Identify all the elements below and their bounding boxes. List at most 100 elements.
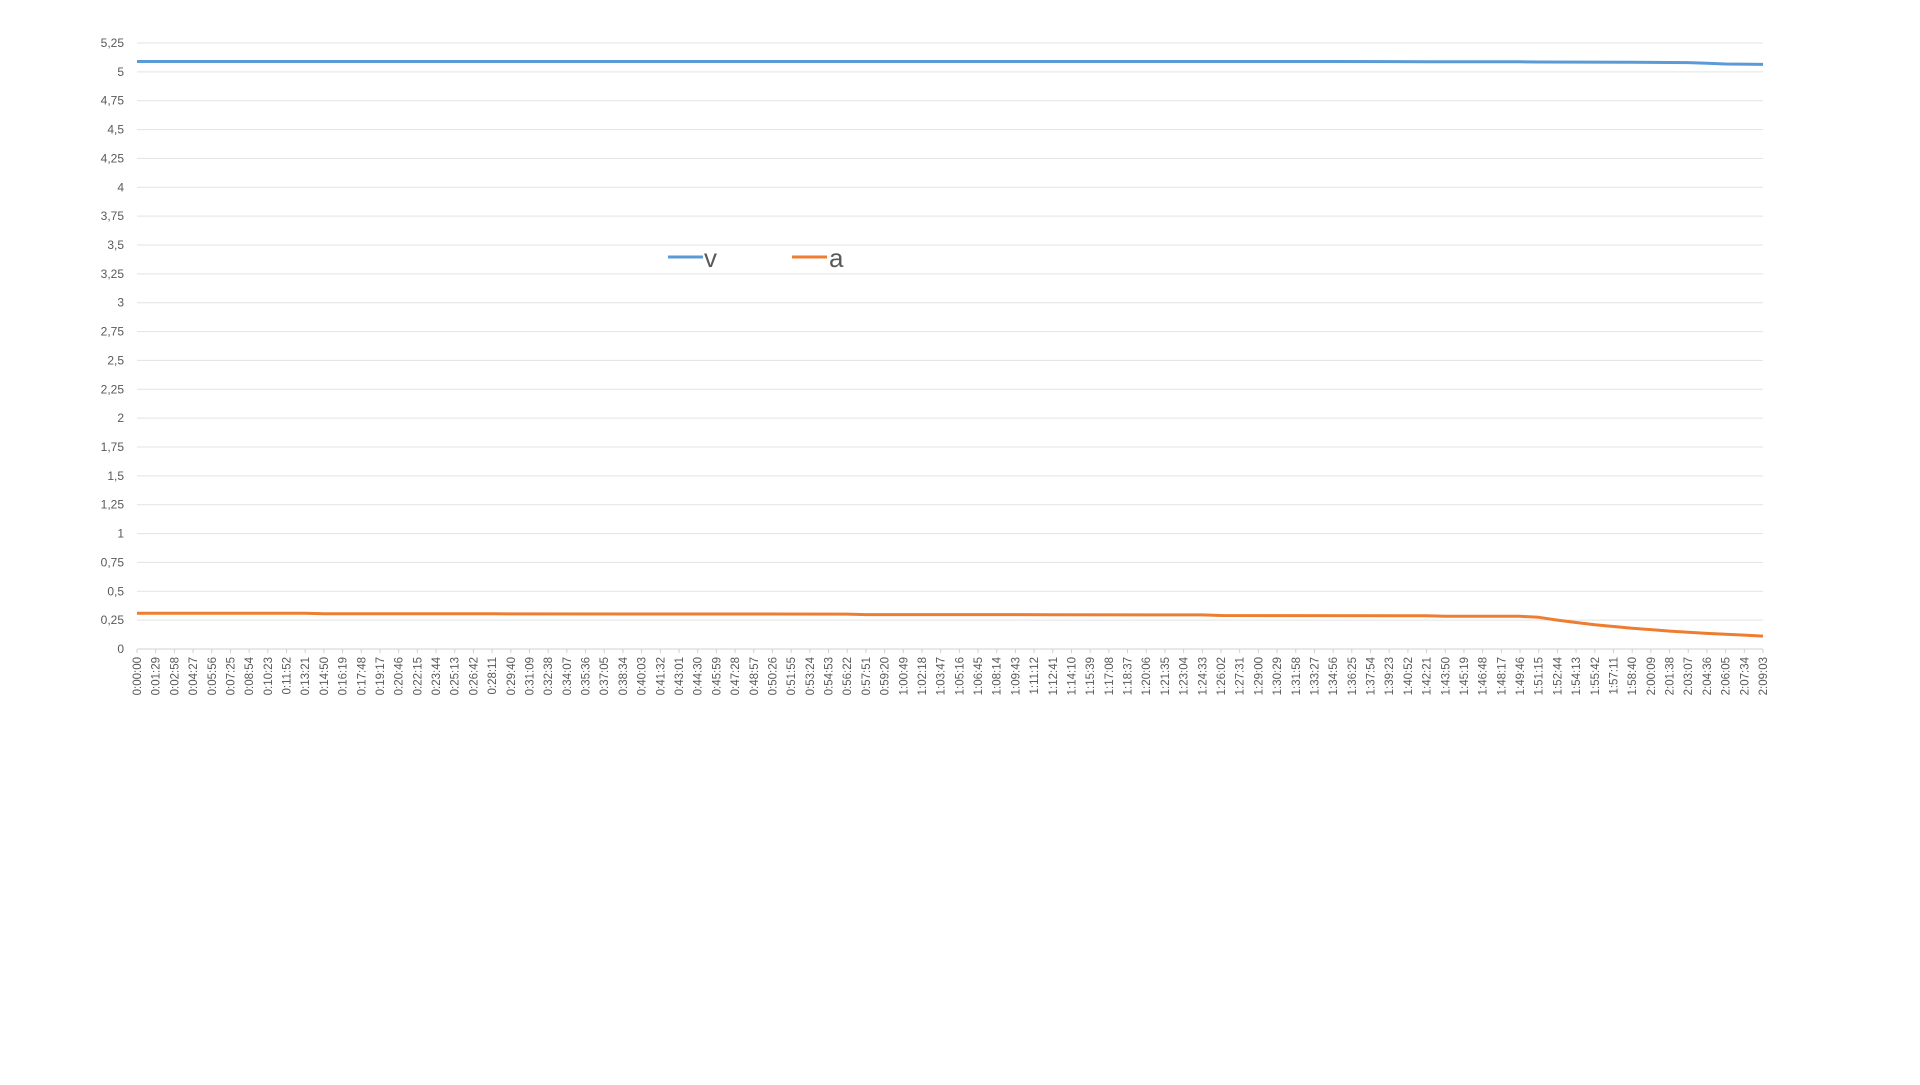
x-tick-label: 1:52:44 bbox=[1552, 656, 1564, 695]
chart-container: 0 0,25 0,5 0,75 1 1,25 1,5 1,75 2 2,25 2,5 2,75 3 3,2… bbox=[0, 0, 1920, 1080]
x-tick-label: 0:32:38 bbox=[543, 657, 555, 695]
x-tick-label: 1:33:27 bbox=[1309, 657, 1321, 695]
y-tick-label: 0,5 bbox=[107, 584, 124, 598]
y-tick-label: 0,75 bbox=[101, 555, 125, 569]
x-tick-label: 0:13:21 bbox=[300, 657, 312, 695]
x-tick-label: 2:06:05 bbox=[1721, 657, 1733, 695]
x-tick-label: 1:27:31 bbox=[1235, 657, 1247, 695]
x-tick-label: 0:08:54 bbox=[244, 656, 256, 695]
y-tick-label: 2,75 bbox=[101, 325, 125, 339]
x-tick-label: 2:04:36 bbox=[1702, 657, 1714, 695]
x-tick-label: 1:39:23 bbox=[1384, 657, 1396, 695]
x-tick-label: 1:02:18 bbox=[917, 657, 929, 695]
x-tick-label: 1:09:43 bbox=[1010, 657, 1022, 695]
x-tick-label: 0:16:19 bbox=[338, 657, 350, 695]
y-tick-label: 4 bbox=[117, 180, 124, 194]
x-tick-label: 1:40:52 bbox=[1403, 657, 1415, 695]
legend-label-v: v bbox=[704, 243, 717, 273]
x-tick-label: 0:44:30 bbox=[693, 657, 705, 695]
x-axis-tick-labels: 0:00:00 0:01:29 0:02:58 0:04:27 0:05:56 0:07:… bbox=[132, 649, 1770, 695]
x-tick-label: 0:25:13 bbox=[450, 657, 462, 695]
x-tick-label: 0:10:23 bbox=[263, 657, 275, 695]
x-tick-label: 1:18:37 bbox=[1123, 657, 1135, 695]
x-tick-label: 1:17:08 bbox=[1104, 657, 1116, 695]
x-tick-label: 0:31:09 bbox=[524, 657, 536, 695]
y-tick-label: 2 bbox=[117, 411, 124, 425]
x-tick-label: 0:43:01 bbox=[674, 657, 686, 695]
x-tick-label: 1:26:02 bbox=[1216, 657, 1228, 695]
x-tick-label: 0:20:46 bbox=[394, 657, 406, 695]
x-tick-label: 0:57:51 bbox=[861, 657, 873, 695]
y-tick-label: 2,5 bbox=[107, 353, 124, 367]
series-line-v bbox=[137, 60, 1764, 66]
grid-lines bbox=[137, 42, 1763, 650]
y-tick-label: 5,25 bbox=[101, 36, 125, 50]
x-tick-label: 0:45:59 bbox=[711, 657, 723, 695]
x-tick-label: 0:50:26 bbox=[767, 657, 779, 695]
x-tick-label: 1:55:42 bbox=[1590, 657, 1602, 695]
x-tick-label: 0:47:28 bbox=[730, 657, 742, 695]
y-tick-label: 3,25 bbox=[101, 267, 125, 281]
x-tick-label: 0:29:40 bbox=[506, 657, 518, 695]
legend-label-a: a bbox=[829, 243, 844, 273]
y-tick-label: 4,5 bbox=[107, 123, 124, 137]
x-tick-label: 0:53:24 bbox=[805, 656, 817, 695]
x-tick-label: 1:45:19 bbox=[1459, 657, 1471, 695]
x-tick-label: 1:14:10 bbox=[1066, 657, 1078, 695]
x-tick-label: 1:05:16 bbox=[954, 657, 966, 695]
x-tick-label: 1:29:00 bbox=[1253, 657, 1265, 695]
x-tick-label: 1:06:45 bbox=[973, 657, 985, 695]
x-tick-label: 0:40:03 bbox=[637, 657, 649, 695]
x-tick-label: 2:01:38 bbox=[1665, 657, 1677, 695]
y-tick-label: 3,75 bbox=[101, 209, 125, 223]
x-tick-label: 0:48:57 bbox=[749, 657, 761, 695]
y-tick-label: 5 bbox=[117, 65, 124, 79]
x-tick-label: 1:54:13 bbox=[1571, 657, 1583, 695]
x-tick-label: 1:37:54 bbox=[1366, 656, 1378, 695]
y-tick-label: 0,25 bbox=[101, 613, 125, 627]
y-tick-label: 1,5 bbox=[107, 469, 124, 483]
x-tick-label: 0:34:07 bbox=[562, 657, 574, 695]
x-tick-label: 1:20:06 bbox=[1141, 657, 1153, 695]
x-tick-label: 1:30:29 bbox=[1272, 657, 1284, 695]
y-tick-label: 4,25 bbox=[101, 151, 125, 165]
x-tick-label: 0:41:32 bbox=[655, 657, 667, 695]
x-tick-label: 0:11:52 bbox=[282, 657, 294, 695]
x-tick-label: 1:15:39 bbox=[1085, 657, 1097, 695]
y-tick-label: 0 bbox=[117, 642, 124, 656]
y-axis-tick-labels: 0 0,25 0,5 0,75 1 1,25 1,5 1,75 2 2,25 2,5 2,75 3 3,2… bbox=[101, 36, 125, 656]
x-tick-label: 0:14:50 bbox=[319, 657, 331, 695]
x-tick-label: 0:17:48 bbox=[356, 657, 368, 695]
x-tick-label: 1:00:49 bbox=[898, 657, 910, 695]
x-tick-label: 1:23:04 bbox=[1179, 656, 1191, 695]
y-tick-label: 1 bbox=[117, 527, 124, 541]
y-tick-label: 1,25 bbox=[101, 498, 125, 512]
x-tick-label: 1:21:35 bbox=[1160, 657, 1172, 695]
y-tick-label: 3,5 bbox=[107, 238, 124, 252]
y-tick-label: 3 bbox=[117, 296, 124, 310]
x-tick-label: 1:36:25 bbox=[1347, 657, 1359, 695]
x-tick-label: 1:11:12 bbox=[1029, 657, 1041, 695]
line-chart: 0 0,25 0,5 0,75 1 1,25 1,5 1,75 2 2,25 2,5 2,75 3 3,2… bbox=[101, 36, 1770, 695]
series-lines bbox=[137, 60, 1764, 638]
x-tick-label: 0:05:56 bbox=[207, 657, 219, 695]
x-tick-label: 1:24:33 bbox=[1197, 657, 1209, 695]
x-tick-label: 1:58:40 bbox=[1627, 657, 1639, 695]
x-tick-label: 1:49:46 bbox=[1515, 657, 1527, 695]
x-tick-label: 1:48:17 bbox=[1496, 657, 1508, 695]
x-tick-label: 2:00:09 bbox=[1646, 657, 1658, 695]
x-tick-label: 0:26:42 bbox=[468, 657, 480, 695]
x-tick-label: 0:00:00 bbox=[132, 657, 144, 695]
y-tick-label: 1,75 bbox=[101, 440, 125, 454]
legend: v a bbox=[668, 243, 844, 273]
x-tick-label: 0:37:05 bbox=[599, 657, 611, 695]
x-tick-label: 2:03:07 bbox=[1683, 657, 1695, 695]
x-tick-label: 1:31:58 bbox=[1291, 657, 1303, 695]
x-tick-label: 1:34:56 bbox=[1328, 657, 1340, 695]
x-tick-label: 1:51:15 bbox=[1534, 657, 1546, 695]
x-tick-label: 0:01:29 bbox=[151, 657, 163, 695]
x-tick-label: 0:59:20 bbox=[880, 657, 892, 695]
x-tick-label: 0:54:53 bbox=[824, 657, 836, 695]
x-tick-label: 1:43:50 bbox=[1440, 657, 1452, 695]
x-tick-label: 0:02:58 bbox=[169, 657, 181, 695]
